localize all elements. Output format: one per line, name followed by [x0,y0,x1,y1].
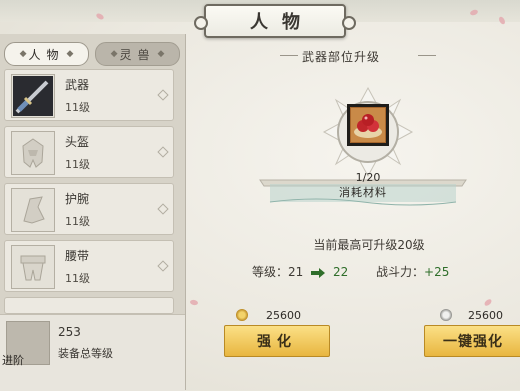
diamond-icon [157,203,169,215]
level-change: 等级：21 22 [252,263,348,280]
enhance-button[interactable]: 强化 [224,325,330,357]
equipment-level: 11级 [65,101,90,114]
sword-icon [11,74,55,118]
enhance-cost: 25600 [266,309,301,322]
tab-bar: ◆ 人物 ◆ ◆ 灵兽 ◆ [4,42,180,68]
equipment-summary: 253 装备总等级 [0,314,185,391]
tab-spirit-beast-label: 灵兽 [119,47,156,62]
material-label: 消耗材料 [339,186,387,199]
belt-icon [11,245,55,289]
equipment-item-helmet[interactable]: 头盔 11级 [4,126,174,178]
title-ornament [280,55,298,56]
tab-spirit-beast[interactable]: ◆ 灵兽 ◆ [95,42,180,66]
power-delta: +25 [424,265,450,279]
fruit-material-icon [351,108,385,142]
material-slot[interactable] [347,104,389,146]
equipment-name: 腰带 [65,249,90,263]
bracer-icon [11,188,55,232]
enhance-button-label: 强化 [257,334,297,350]
enhance-all-button[interactable]: 一键强化 [424,325,520,357]
enhance-all-button-label: 一键强化 [443,334,503,350]
enhance-all-cost: 25600 [468,309,503,322]
equipment-item-partial[interactable] [4,297,174,314]
equipment-name: 护腕 [65,192,90,206]
level-label: 等级： [252,265,289,279]
diamond-icon [157,146,169,158]
page-title: 人物 [250,12,314,33]
total-level-value: 253 [58,325,81,339]
tab-character[interactable]: ◆ 人物 ◆ [4,42,89,66]
equipment-level: 11级 [65,272,90,285]
total-level-label: 装备总等级 [58,347,113,360]
power-change: 战斗力：+25 [376,263,449,280]
equipment-panel: ◆ 人物 ◆ ◆ 灵兽 ◆ 武器 11级 头盔 11级 护腕 11级 腰带 11… [0,34,186,391]
max-level-text: 当前最高可升级20级 [313,238,425,252]
arrow-right-icon [311,267,326,278]
diamond-icon [157,260,169,272]
diamond-icon [157,89,169,101]
silver-coin-icon [440,309,452,321]
equipment-level: 11级 [65,158,90,171]
helmet-icon [11,131,55,175]
equipment-name: 武器 [65,78,90,92]
equipment-level: 11级 [65,215,90,228]
tab-character-label: 人物 [28,47,65,62]
level-to: 22 [332,265,349,279]
title-ornament [418,55,436,56]
equipment-item-bracer[interactable]: 护腕 11级 [4,183,174,235]
upgrade-section-title: 武器部位升级 [302,50,381,64]
equipment-name: 头盔 [65,135,90,149]
equipment-item-belt[interactable]: 腰带 11级 [4,240,174,292]
power-label: 战斗力： [376,265,425,279]
material-count: 1/20 [355,171,381,184]
gold-coin-icon [236,309,248,321]
level-from: 21 [288,265,304,279]
equipment-item-weapon[interactable]: 武器 11级 [4,69,174,121]
advance-button[interactable]: 进阶 [2,352,24,368]
title-plaque: 人物 [194,4,356,38]
